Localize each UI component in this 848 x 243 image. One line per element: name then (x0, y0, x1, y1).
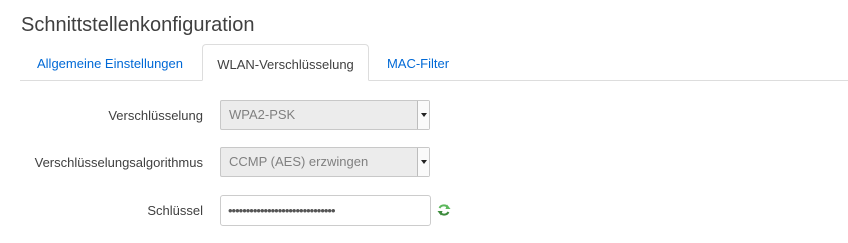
key-password-field[interactable]: •••••••••••••••••••••••••••••• (220, 195, 431, 226)
encryption-select-value: WPA2-PSK (229, 107, 296, 122)
cipher-row: Verschlüsselungsalgorithmus CCMP (AES) e… (0, 147, 848, 179)
cipher-select[interactable]: CCMP (AES) erzwingen (220, 147, 430, 177)
cipher-label: Verschlüsselungsalgorithmus (34, 155, 203, 170)
cipher-select-value: CCMP (AES) erzwingen (229, 154, 369, 169)
tab-wlan-encryption[interactable]: WLAN-Verschlüsselung (202, 44, 369, 81)
tab-general[interactable]: Allgemeine Einstellungen (25, 44, 195, 80)
encryption-select[interactable]: WPA2-PSK (220, 100, 430, 130)
encryption-row: Verschlüsselung WPA2-PSK (0, 100, 848, 132)
chevron-down-icon (417, 148, 429, 176)
key-row: Schlüssel •••••••••••••••••••••••••••••• (0, 195, 848, 227)
key-label: Schlüssel (147, 203, 203, 218)
chevron-down-icon (417, 101, 429, 129)
encryption-label: Verschlüsselung (108, 108, 203, 123)
page-title: Schnittstellenkonfiguration (21, 14, 255, 36)
tab-mac-filter[interactable]: MAC-Filter (378, 44, 458, 80)
tab-bar: Allgemeine Einstellungen WLAN-Verschlüss… (20, 44, 848, 81)
refresh-icon[interactable] (437, 203, 451, 217)
